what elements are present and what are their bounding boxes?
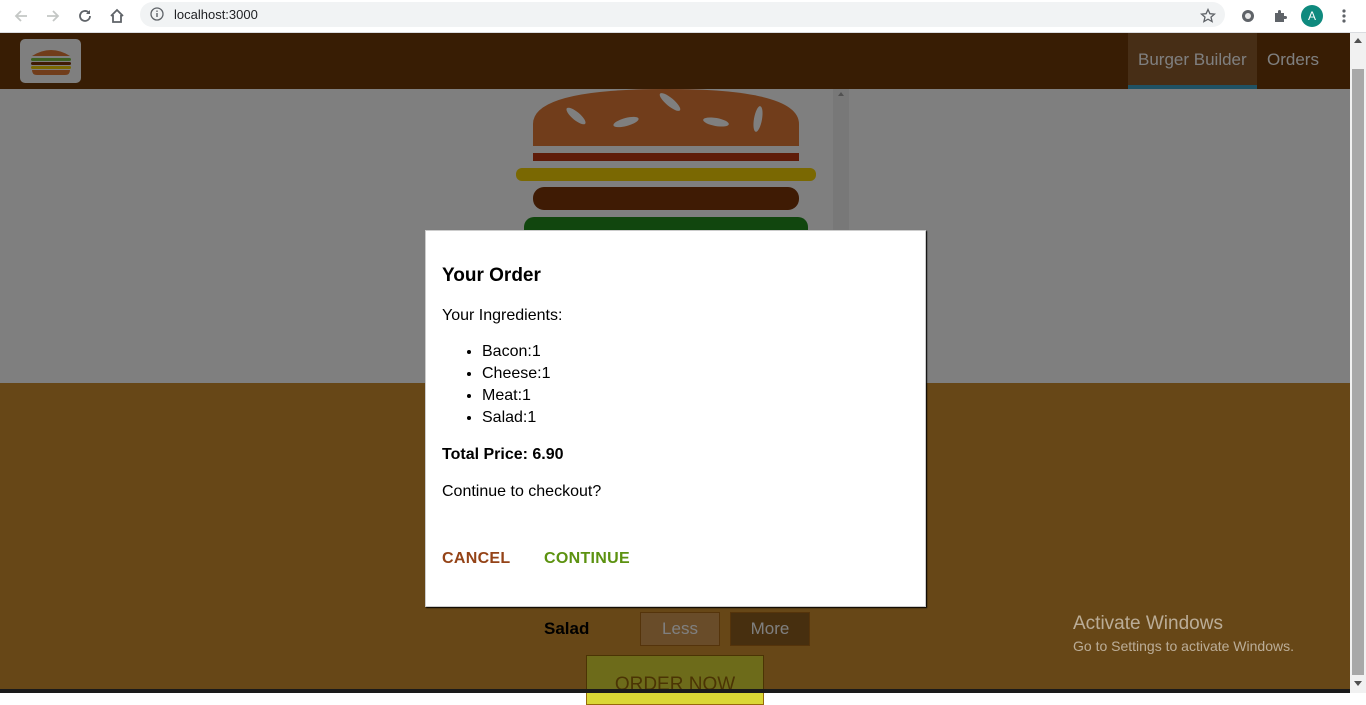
browser-toolbar: localhost:3000 A xyxy=(0,0,1366,33)
extension-icon[interactable] xyxy=(1236,4,1260,28)
home-icon[interactable] xyxy=(104,4,130,28)
star-icon[interactable] xyxy=(1196,4,1220,28)
kebab-menu-icon[interactable] xyxy=(1332,4,1356,28)
order-summary-modal: Your Order Your Ingredients: Bacon:1 Che… xyxy=(425,230,926,607)
page-scrollbar[interactable] xyxy=(1350,33,1366,693)
watermark-title: Activate Windows xyxy=(1073,613,1223,634)
windows-activation-watermark: Activate Windows Go to Settings to activ… xyxy=(1073,613,1294,654)
list-item: Cheese:1 xyxy=(482,363,909,385)
url-text: localhost:3000 xyxy=(174,7,258,22)
forward-arrow-icon[interactable] xyxy=(40,4,66,28)
watermark-subtitle: Go to Settings to activate Windows. xyxy=(1073,638,1294,654)
ingredients-intro: Your Ingredients: xyxy=(442,307,563,324)
list-item: Salad:1 xyxy=(482,407,909,429)
cancel-button[interactable]: CANCEL xyxy=(442,550,510,568)
puzzle-icon[interactable] xyxy=(1268,4,1292,28)
checkout-question: Continue to checkout? xyxy=(442,483,602,500)
modal-title: Your Order xyxy=(442,265,541,286)
list-item: Meat:1 xyxy=(482,385,909,407)
taskbar-edge xyxy=(0,689,1350,693)
back-arrow-icon[interactable] xyxy=(8,4,34,28)
scroll-up-icon xyxy=(1354,38,1362,43)
scroll-down-icon xyxy=(1354,681,1362,686)
list-item: Bacon:1 xyxy=(482,341,909,363)
ingredients-list: Bacon:1 Cheese:1 Meat:1 Salad:1 xyxy=(442,341,909,429)
scrollbar-thumb[interactable] xyxy=(1352,69,1364,675)
total-price: Total Price: 6.90 xyxy=(442,446,564,463)
continue-button[interactable]: CONTINUE xyxy=(544,550,630,568)
info-icon[interactable] xyxy=(150,7,164,26)
address-bar[interactable]: localhost:3000 xyxy=(140,2,1225,27)
avatar: A xyxy=(1301,5,1323,27)
profile-avatar[interactable]: A xyxy=(1300,4,1324,28)
reload-icon[interactable] xyxy=(72,4,98,28)
